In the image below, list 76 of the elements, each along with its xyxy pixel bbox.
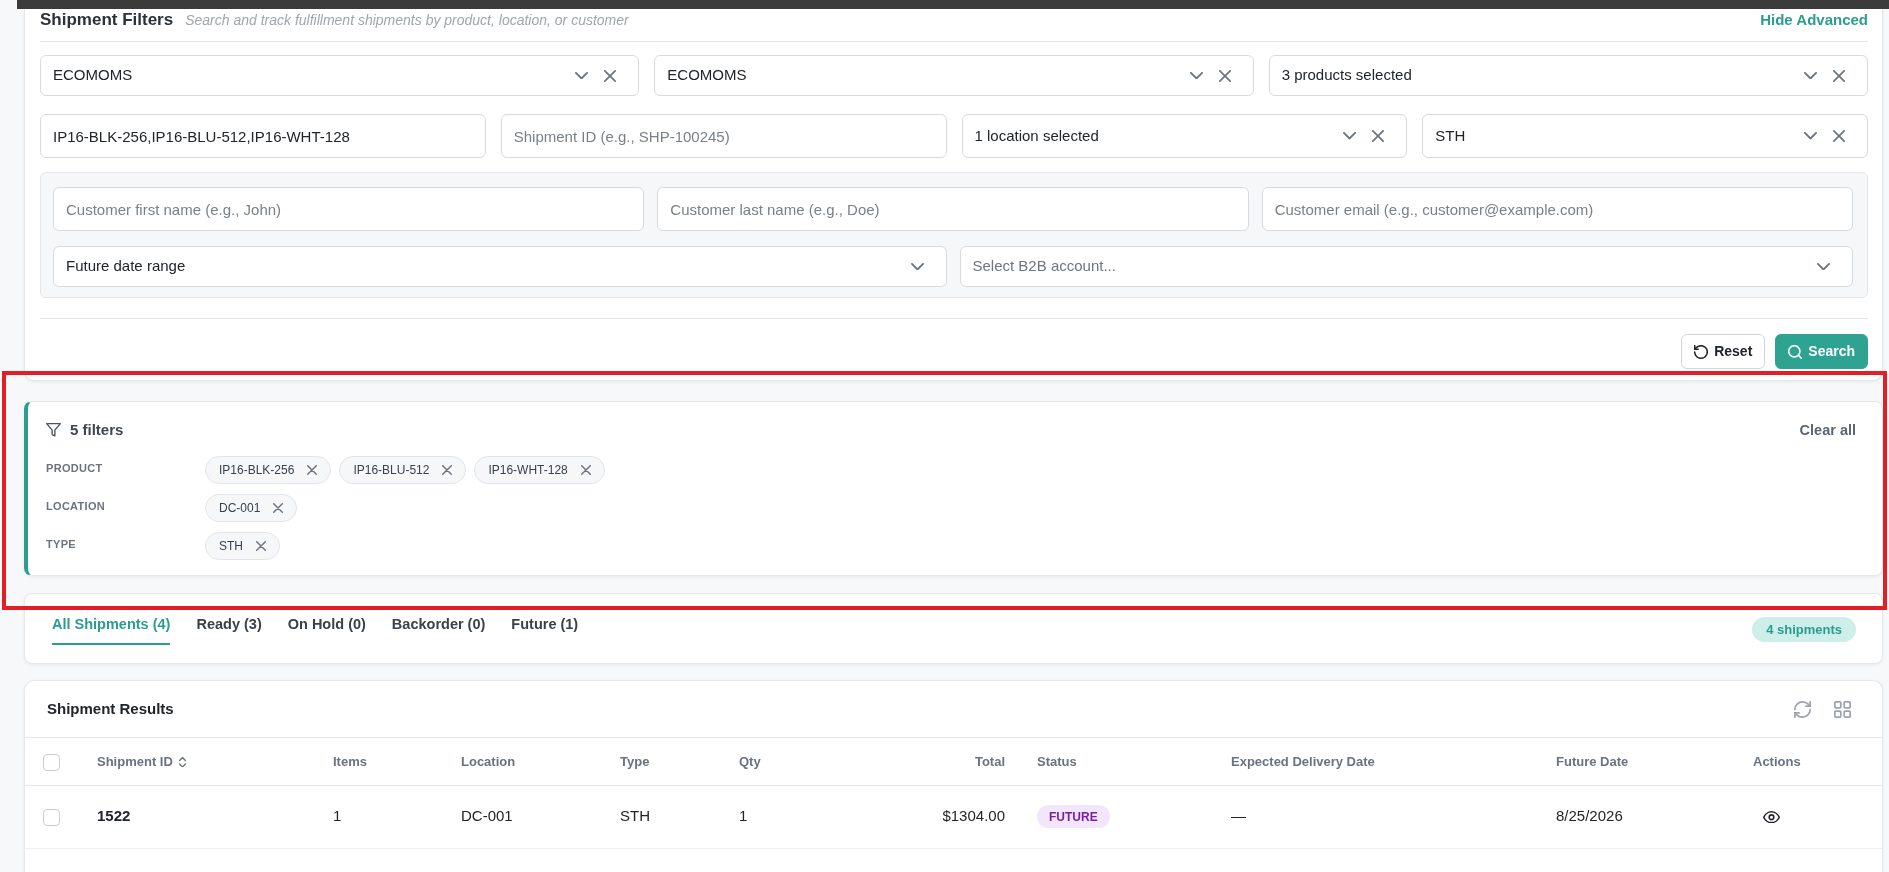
select-field[interactable]: 3 products selected <box>1268 55 1868 96</box>
chevron-icon <box>1804 71 1817 80</box>
chevron-icon <box>575 71 589 80</box>
clear-icon[interactable] <box>1218 69 1231 82</box>
panel-subtitle: Search and track fulfillment shipments by product, location, or customer <box>185 11 629 30</box>
filter-icon <box>46 423 61 437</box>
input-field[interactable]: Shipment ID (e.g., SHP-100245) <box>500 114 947 158</box>
shipment-count-badge: 4 shipments <box>1752 617 1856 642</box>
select-field[interactable]: 1 location selected <box>961 114 1408 158</box>
filter-chip[interactable]: IP16-WHT-128 <box>474 456 605 484</box>
location-code: DC-001 <box>461 807 513 825</box>
column-header: Items <box>333 753 367 769</box>
select-field[interactable]: STH <box>1422 114 1868 158</box>
filter-chip[interactable]: IP16-BLK-256 <box>205 456 332 484</box>
select-field[interactable]: Select B2B account... <box>959 246 1853 287</box>
input-field[interactable]: Customer last name (e.g., Doe) <box>657 187 1249 231</box>
status-tab[interactable]: Future (1) <box>511 614 579 645</box>
clear-icon[interactable] <box>604 69 617 82</box>
remove-icon[interactable] <box>256 541 266 551</box>
column-header: Future Date <box>1556 753 1629 769</box>
panel-title: Shipment Filters <box>40 9 174 31</box>
refresh-icon[interactable] <box>1794 700 1811 718</box>
quantity: 1 <box>739 807 748 825</box>
remove-icon[interactable] <box>580 465 591 475</box>
sort-icon[interactable] <box>178 756 186 768</box>
undo-icon <box>1694 344 1709 359</box>
future-date: 8/25/2026 <box>1556 807 1623 825</box>
shipment-id: 1522 <box>97 807 131 825</box>
status-tab[interactable]: On Hold (0) <box>287 614 366 645</box>
remove-icon[interactable] <box>442 465 453 475</box>
chevron-icon <box>910 262 924 271</box>
expected-delivery-date: — <box>1231 807 1246 825</box>
search-icon <box>1788 344 1803 359</box>
select-field[interactable]: ECOMOMS <box>40 55 640 96</box>
column-header[interactable]: Shipment ID <box>97 753 173 769</box>
input-field[interactable]: IP16-BLK-256,IP16-BLU-512,IP16-WHT-128 <box>40 114 486 158</box>
column-header: Location <box>461 753 516 769</box>
select-field[interactable]: ECOMOMS <box>654 55 1254 96</box>
column-header: Expected Delivery Date <box>1231 753 1375 769</box>
remove-icon[interactable] <box>273 503 284 513</box>
shipment-type: STH <box>620 807 650 825</box>
chevron-icon <box>1804 132 1817 140</box>
input-field[interactable]: Customer email (e.g., customer@example.com) <box>1261 187 1853 231</box>
checkbox[interactable] <box>43 753 60 771</box>
column-header: Qty <box>739 753 761 769</box>
chevron-icon <box>1343 132 1357 140</box>
chevron-icon <box>1817 262 1830 271</box>
status-tab[interactable]: Backorder (0) <box>391 614 486 645</box>
select-field[interactable]: Future date range <box>53 246 947 287</box>
chevron-icon <box>1189 71 1203 80</box>
eye-icon[interactable] <box>1763 811 1780 824</box>
total-amount: $1304.00 <box>942 807 1005 825</box>
status-badge: FUTURE <box>1037 805 1110 829</box>
results-title: Shipment Results <box>47 698 174 719</box>
column-header: Status <box>1037 753 1077 769</box>
filter-group-label: LOCATION <box>46 498 106 514</box>
checkbox[interactable] <box>43 808 60 826</box>
status-tab[interactable]: Ready (3) <box>196 614 262 645</box>
reset-button[interactable]: Reset <box>1681 334 1766 369</box>
column-header: Total <box>974 753 1005 769</box>
clear-icon[interactable] <box>1372 130 1385 142</box>
item-count: 1 <box>333 807 342 825</box>
filter-group-label: TYPE <box>46 536 76 552</box>
filter-chip[interactable]: STH <box>205 532 280 560</box>
column-header: Actions <box>1753 753 1801 769</box>
filter-count: 5 filters <box>70 420 124 440</box>
clear-icon[interactable] <box>1833 130 1845 142</box>
clear-all-button[interactable]: Clear all <box>1799 419 1856 441</box>
filter-chip[interactable]: IP16-BLU-512 <box>339 456 467 484</box>
input-field[interactable]: Customer first name (e.g., John) <box>53 187 645 231</box>
filter-group-label: PRODUCT <box>46 460 103 476</box>
grid-view-icon[interactable] <box>1834 700 1851 718</box>
column-header: Type <box>620 753 650 769</box>
clear-icon[interactable] <box>1833 69 1845 82</box>
filter-chip[interactable]: DC-001 <box>205 494 298 522</box>
remove-icon[interactable] <box>307 465 318 475</box>
